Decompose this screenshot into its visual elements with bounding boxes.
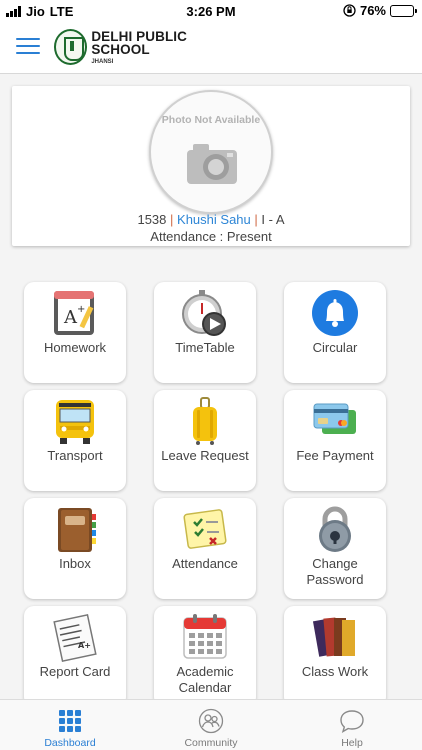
transport-label: Transport: [47, 448, 103, 463]
separator: |: [254, 212, 258, 227]
padlock-icon: [319, 506, 351, 552]
grid-icon: [59, 710, 81, 732]
nav-community-label: Community: [184, 737, 238, 749]
separator: |: [170, 212, 174, 227]
school-logo: DELHI PUBLIC SCHOOL JHANSI: [54, 27, 236, 67]
nav-dashboard[interactable]: Dashboard: [0, 700, 140, 750]
chat-bubble-icon: [340, 710, 364, 733]
attendance-status: Attendance : Present: [150, 229, 272, 244]
battery-info: 76%: [343, 3, 417, 18]
fee-payment-label: Fee Payment: [296, 448, 374, 463]
report-sheet-icon: A+: [53, 614, 97, 662]
circular-label: Circular: [312, 340, 358, 355]
report-card-label: Report Card: [39, 664, 111, 679]
svg-text:+: +: [77, 304, 85, 315]
battery-percent: 76%: [359, 3, 386, 18]
nav-dashboard-label: Dashboard: [44, 737, 96, 749]
circular-tile[interactable]: Circular: [284, 282, 386, 383]
timetable-tile[interactable]: TimeTable: [154, 282, 256, 383]
leave-request-label: Leave Request: [161, 448, 249, 463]
homework-label: Homework: [43, 340, 107, 355]
fee-payment-tile[interactable]: Fee Payment: [284, 390, 386, 491]
academic-calendar-tile[interactable]: Academic Calendar: [154, 606, 256, 707]
change-password-label: Change Password: [306, 556, 364, 587]
bottom-navigation: Dashboard Community Help: [0, 699, 422, 750]
nav-help[interactable]: Help: [282, 700, 422, 750]
student-info: 1538 | Khushi Sahu | I - A: [12, 212, 410, 227]
class-work-tile[interactable]: Class Work: [284, 606, 386, 707]
profile-photo[interactable]: Photo Not Available: [149, 90, 273, 214]
attendance-label: Attendance: [172, 556, 238, 571]
inbox-tile[interactable]: Inbox: [24, 498, 126, 599]
calendar-icon: [183, 614, 227, 659]
battery-icon: [390, 4, 417, 17]
homework-tile[interactable]: A + Homework: [24, 282, 126, 383]
transport-tile[interactable]: Transport: [24, 390, 126, 491]
homework-notebook-icon: A +: [54, 291, 94, 335]
app-header: DELHI PUBLIC SCHOOL JHANSI: [0, 22, 422, 74]
change-password-tile[interactable]: Change Password: [284, 498, 386, 599]
roll-number: 1538: [137, 212, 167, 227]
address-book-icon: [58, 508, 96, 552]
academic-calendar-label: Academic Calendar: [176, 664, 234, 695]
report-card-tile[interactable]: A+ Report Card: [24, 606, 126, 707]
student-profile-card: Photo Not Available 1538 | Khushi Sahu |…: [12, 86, 410, 246]
school-name: DELHI PUBLIC SCHOOL: [91, 28, 188, 57]
orientation-lock-icon: [343, 4, 356, 17]
student-name[interactable]: Khushi Sahu: [177, 212, 251, 227]
svg-text:A: A: [63, 307, 78, 328]
bell-icon: [312, 290, 358, 336]
school-crest-icon: [54, 29, 88, 65]
class-section: I - A: [261, 212, 285, 227]
school-bus-icon: [56, 400, 94, 444]
class-work-label: Class Work: [301, 664, 369, 679]
hamburger-icon[interactable]: [16, 38, 40, 56]
community-icon: [198, 708, 224, 734]
status-bar: Jio LTE 3:26 PM 76%: [0, 0, 422, 22]
svg-text:A+: A+: [78, 641, 91, 650]
timetable-label: TimeTable: [175, 340, 235, 355]
credit-cards-icon: [313, 403, 356, 434]
photo-placeholder-text: Photo Not Available: [161, 114, 261, 126]
inbox-label: Inbox: [59, 556, 91, 571]
checklist-icon: [183, 509, 227, 549]
books-icon: [312, 617, 355, 657]
nav-help-label: Help: [341, 737, 363, 749]
leave-request-tile[interactable]: Leave Request: [154, 390, 256, 491]
nav-community[interactable]: Community: [141, 700, 281, 750]
attendance-tile[interactable]: Attendance: [154, 498, 256, 599]
school-city: JHANSI: [91, 58, 114, 65]
camera-icon: [187, 144, 237, 184]
suitcase-icon: [193, 397, 217, 445]
stopwatch-play-icon: [182, 290, 226, 336]
